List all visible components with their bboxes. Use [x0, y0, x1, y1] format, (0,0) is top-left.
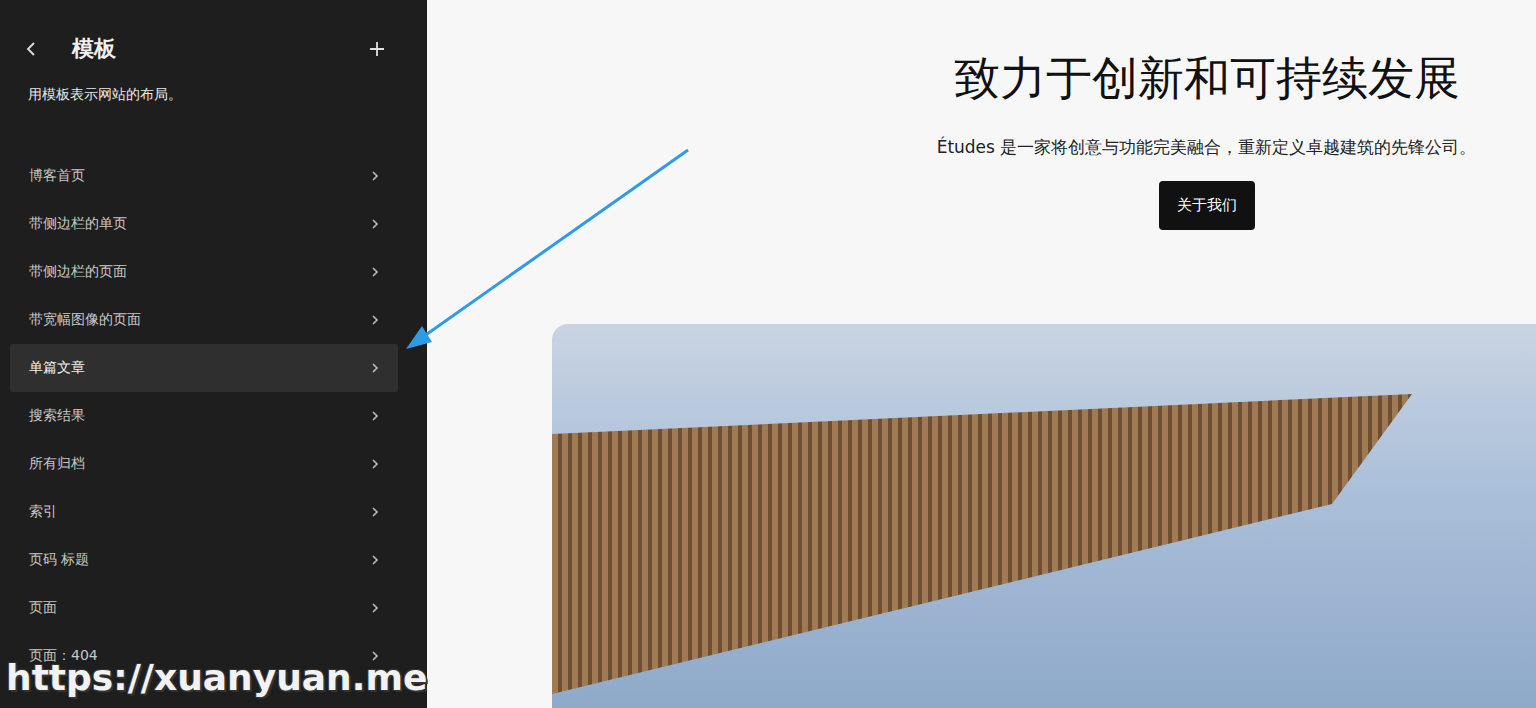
template-label: 页码 标题: [29, 551, 89, 569]
chevron-right-icon: [368, 265, 382, 279]
chevron-right-icon: [368, 601, 382, 615]
template-label: 页面：404: [29, 647, 98, 665]
template-item[interactable]: 所有归档: [10, 440, 398, 488]
chevron-right-icon: [368, 553, 382, 567]
hero-section: 致力于创新和可持续发展 Études 是一家将创意与功能完美融合，重新定义卓越建筑…: [427, 0, 1536, 230]
template-label: 带侧边栏的页面: [29, 263, 127, 281]
back-arrow-icon[interactable]: [22, 39, 42, 59]
sidebar-header: 模板: [10, 0, 427, 64]
template-item[interactable]: 博客首页: [10, 152, 398, 200]
editor-page: 模板用模板表示网站的布局。博客首页带侧边栏的单页带侧边栏的页面带宽幅图像的页面单…: [0, 0, 1536, 708]
chevron-right-icon: [368, 457, 382, 471]
building-photo: [552, 324, 1536, 708]
template-item[interactable]: 带侧边栏的单页: [10, 200, 398, 248]
template-label: 所有归档: [29, 455, 85, 473]
template-item[interactable]: 页码 标题: [10, 536, 398, 584]
template-item[interactable]: 单篇文章: [10, 344, 398, 392]
chevron-right-icon: [368, 361, 382, 375]
template-label: 单篇文章: [29, 359, 85, 377]
template-label: 页面: [29, 599, 57, 617]
template-item[interactable]: 索引: [10, 488, 398, 536]
template-label: 搜索结果: [29, 407, 85, 425]
preview-canvas: 致力于创新和可持续发展 Études 是一家将创意与功能完美融合，重新定义卓越建筑…: [427, 0, 1536, 708]
template-label: 带侧边栏的单页: [29, 215, 127, 233]
template-item[interactable]: 带宽幅图像的页面: [10, 296, 398, 344]
chevron-right-icon: [368, 169, 382, 183]
watermark: https://xuanyuan.me: [6, 657, 427, 698]
annotation-arrow-icon: [0, 0, 1536, 708]
chevron-right-icon: [368, 409, 382, 423]
template-item[interactable]: 页面：404: [10, 632, 398, 680]
about-button[interactable]: 关于我们: [1159, 181, 1255, 230]
chevron-right-icon: [368, 505, 382, 519]
template-label: 带宽幅图像的页面: [29, 311, 141, 329]
sidebar-description: 用模板表示网站的布局。: [28, 86, 427, 104]
template-label: 索引: [29, 503, 57, 521]
hero-text: Études 是一家将创意与功能完美融合，重新定义卓越建筑的先锋公司。: [937, 136, 1477, 159]
add-icon[interactable]: [367, 39, 387, 59]
sidebar-title: 模板: [72, 34, 367, 64]
template-item[interactable]: 带侧边栏的页面: [10, 248, 398, 296]
template-label: 博客首页: [29, 167, 85, 185]
template-list: 博客首页带侧边栏的单页带侧边栏的页面带宽幅图像的页面单篇文章搜索结果所有归档索引…: [10, 152, 398, 680]
chevron-right-icon: [368, 217, 382, 231]
chevron-right-icon: [368, 313, 382, 327]
hero-heading: 致力于创新和可持续发展: [954, 48, 1460, 110]
chevron-right-icon: [368, 649, 382, 663]
template-item[interactable]: 搜索结果: [10, 392, 398, 440]
templates-sidebar: 模板用模板表示网站的布局。博客首页带侧边栏的单页带侧边栏的页面带宽幅图像的页面单…: [0, 0, 427, 708]
roof-shape: [552, 394, 1412, 708]
template-item[interactable]: 页面: [10, 584, 398, 632]
